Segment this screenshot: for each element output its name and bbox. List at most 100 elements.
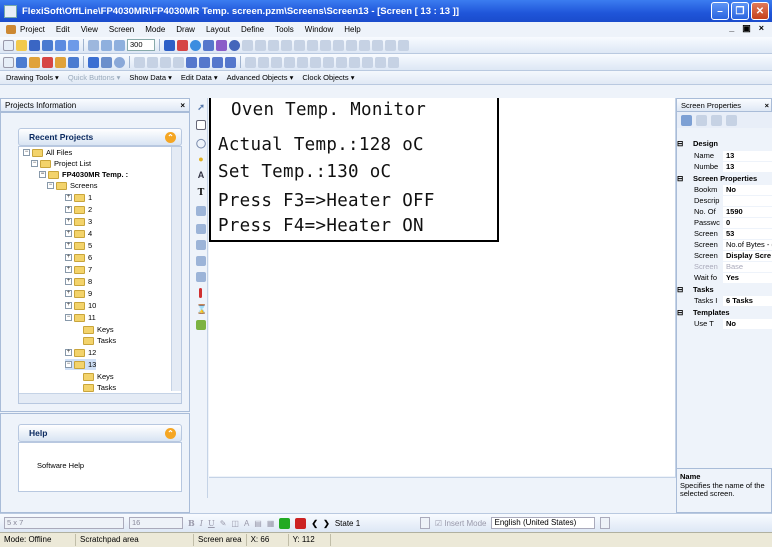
canvas-horizontal-scrollbar[interactable] bbox=[209, 477, 675, 486]
columns-icon[interactable] bbox=[372, 39, 383, 51]
close-panel-icon[interactable]: × bbox=[765, 101, 769, 110]
prop-row[interactable]: Use T No bbox=[677, 318, 772, 329]
copy-screen-icon[interactable] bbox=[16, 56, 27, 68]
recent-projects-header[interactable]: Recent Projects ⌃ bbox=[18, 128, 182, 146]
zoom-out-icon[interactable] bbox=[114, 39, 125, 51]
arrow-right-icon[interactable] bbox=[307, 39, 318, 51]
numeric-icon[interactable] bbox=[196, 206, 206, 216]
advanced-objects-menu[interactable]: Advanced Objects ▾ bbox=[227, 73, 294, 82]
maximize-button[interactable]: ❐ bbox=[731, 2, 749, 20]
fill-pattern-icon[interactable]: ▦ bbox=[267, 519, 275, 528]
bold-icon[interactable]: B bbox=[188, 518, 195, 528]
alarm-icon[interactable] bbox=[196, 272, 206, 282]
ellipse-icon[interactable]: ◯ bbox=[196, 138, 206, 148]
image-icon[interactable] bbox=[196, 320, 206, 330]
state-dropdown[interactable] bbox=[419, 517, 430, 529]
delete-icon[interactable] bbox=[42, 56, 53, 68]
transfer-icon[interactable] bbox=[134, 56, 145, 68]
lcd-screen[interactable]: Oven Temp. Monitor Actual Temp.:128 oC S… bbox=[209, 98, 499, 242]
edit-data-menu[interactable]: Edit Data ▾ bbox=[181, 73, 218, 82]
download-icon[interactable] bbox=[55, 39, 66, 51]
next-icon[interactable] bbox=[199, 56, 210, 68]
minimize-button[interactable]: – bbox=[711, 2, 729, 20]
browse-icon[interactable] bbox=[114, 56, 125, 68]
mdi-minimize-button[interactable]: _ bbox=[729, 23, 734, 34]
tree-node-screen-selected[interactable]: −13 bbox=[65, 359, 97, 370]
align-bottom-icon[interactable] bbox=[284, 56, 295, 68]
open-folder-icon[interactable] bbox=[16, 39, 27, 51]
align-right-icon[interactable] bbox=[258, 56, 269, 68]
mdi-close-button[interactable]: × bbox=[759, 23, 764, 34]
tree-node-screen[interactable]: +7 bbox=[65, 264, 92, 275]
zoom-in-icon[interactable] bbox=[101, 39, 112, 51]
font-color-icon[interactable]: A bbox=[244, 519, 249, 528]
tree-node-screen[interactable]: +5 bbox=[65, 240, 92, 251]
menu-draw[interactable]: Draw bbox=[176, 25, 195, 34]
prop-row[interactable]: Screen No.of Bytes - ( bbox=[677, 239, 772, 250]
play-icon[interactable] bbox=[190, 39, 201, 51]
menu-window[interactable]: Window bbox=[305, 25, 333, 34]
paste-icon[interactable] bbox=[268, 39, 279, 51]
screen-icon[interactable] bbox=[164, 39, 175, 51]
link-icon[interactable] bbox=[160, 56, 171, 68]
prop-row[interactable]: Name 13 bbox=[677, 150, 772, 161]
bitmap-icon[interactable] bbox=[196, 240, 206, 250]
help-header[interactable]: Help ⌃ bbox=[18, 424, 182, 442]
red-state-icon[interactable] bbox=[295, 517, 307, 529]
lcd-line-2[interactable]: Actual Temp.:128 oC bbox=[218, 135, 424, 155]
collapse-icon[interactable]: ⌃ bbox=[165, 132, 176, 143]
prop-row[interactable]: Descrip bbox=[677, 195, 772, 206]
tree-node-screen[interactable]: +4 bbox=[65, 228, 92, 239]
zoom-combo[interactable]: 300 bbox=[127, 39, 155, 51]
tree-node-project[interactable]: − FP4030MR Temp. : bbox=[39, 169, 128, 180]
same-width-icon[interactable] bbox=[323, 56, 334, 68]
pen-color-icon[interactable]: ✎ bbox=[220, 519, 227, 528]
prop-row[interactable]: Numbe 13 bbox=[677, 161, 772, 172]
tree-node-screen[interactable]: +6 bbox=[65, 252, 92, 263]
tree-node-tasks[interactable]: Tasks bbox=[83, 335, 116, 346]
font-combo[interactable]: 5 x 7 bbox=[4, 517, 124, 529]
document-icon[interactable] bbox=[6, 25, 16, 34]
prop-row[interactable]: Tasks I6 Tasks bbox=[677, 295, 772, 306]
prop-row[interactable]: Wait fo Yes bbox=[677, 272, 772, 283]
collapse-icon[interactable]: ⌃ bbox=[165, 428, 176, 439]
language-dropdown[interactable] bbox=[600, 517, 611, 529]
tree-node-screen[interactable]: −11 bbox=[65, 312, 96, 323]
bar-graph-icon[interactable] bbox=[199, 288, 202, 298]
tree-node-tasks[interactable]: Tasks bbox=[83, 382, 116, 393]
prop-category-design[interactable]: ⊟ Design bbox=[677, 138, 772, 149]
menu-edit[interactable]: Edit bbox=[56, 25, 70, 34]
prop-category-screen-properties[interactable]: ⊟ Screen Properties bbox=[677, 173, 772, 184]
help-icon[interactable] bbox=[229, 39, 240, 51]
tree-node-screen[interactable]: +1 bbox=[65, 192, 92, 203]
tree-node-screen[interactable]: +3 bbox=[65, 216, 92, 227]
hash-icon[interactable] bbox=[398, 39, 409, 51]
menu-project[interactable]: Project bbox=[20, 25, 45, 34]
drawing-tools-menu[interactable]: Drawing Tools ▾ bbox=[6, 73, 59, 82]
tree-node-screen[interactable]: +8 bbox=[65, 276, 92, 287]
folder-icon[interactable] bbox=[55, 56, 66, 68]
tree-node-all-files[interactable]: − All Files bbox=[23, 147, 72, 158]
table-icon[interactable] bbox=[359, 39, 370, 51]
distribute-icon[interactable] bbox=[310, 56, 321, 68]
group-icon[interactable] bbox=[349, 56, 360, 68]
mdi-restore-button[interactable]: ▣ bbox=[742, 23, 751, 34]
property-pages-icon[interactable] bbox=[711, 114, 722, 126]
sort-icon[interactable] bbox=[696, 114, 707, 126]
font-size-combo[interactable]: 16 bbox=[129, 517, 183, 529]
undo-icon[interactable] bbox=[320, 39, 331, 51]
underline-icon[interactable]: U bbox=[208, 519, 215, 528]
prop-row[interactable]: Bookm No bbox=[677, 184, 772, 195]
bulb-icon[interactable]: ● bbox=[196, 154, 206, 164]
prop-category-templates[interactable]: ⊟ Templates bbox=[677, 307, 772, 318]
line-style-icon[interactable]: ▤ bbox=[254, 519, 262, 528]
grid-icon[interactable] bbox=[281, 39, 292, 51]
menu-screen[interactable]: Screen bbox=[109, 25, 134, 34]
back-icon[interactable] bbox=[388, 56, 399, 68]
language-combo[interactable]: English (United States) bbox=[491, 517, 596, 529]
align-top-icon[interactable] bbox=[271, 56, 282, 68]
stop-icon[interactable] bbox=[177, 39, 188, 51]
tree-node-screen[interactable]: +12 bbox=[65, 347, 96, 358]
show-data-menu[interactable]: Show Data ▾ bbox=[129, 73, 172, 82]
upload-icon[interactable] bbox=[68, 39, 79, 51]
